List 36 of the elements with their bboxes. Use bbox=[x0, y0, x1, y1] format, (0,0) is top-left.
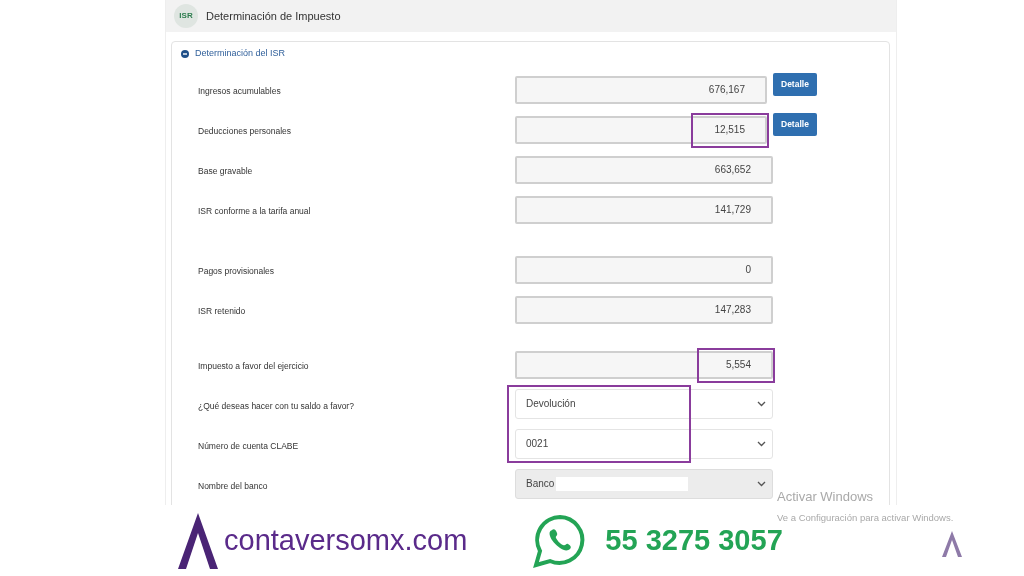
logo-icon bbox=[940, 530, 963, 557]
chevron-down-icon bbox=[757, 480, 766, 487]
select-field[interactable]: Devolución bbox=[515, 388, 773, 419]
page-title: Determinación de Impuesto bbox=[206, 8, 341, 24]
field-label: Pagos provisionales bbox=[197, 264, 276, 278]
field-label: Ingresos acumulables bbox=[197, 84, 282, 98]
activation-title: Activar Windows bbox=[777, 488, 875, 506]
select-value: 0021 bbox=[526, 437, 549, 451]
field-label: ISR retenido bbox=[197, 304, 247, 318]
logo-icon bbox=[176, 512, 220, 569]
readonly-field[interactable]: 141,729 bbox=[515, 195, 773, 224]
readonly-field[interactable]: 676,167 bbox=[515, 75, 767, 104]
select-value: Banco bbox=[526, 477, 555, 491]
section-title[interactable]: Determinación del ISR bbox=[195, 47, 286, 61]
readonly-field[interactable]: 663,652 bbox=[515, 155, 773, 184]
chevron-down-icon bbox=[757, 440, 766, 447]
field-label: ISR conforme a la tarifa anual bbox=[197, 204, 312, 218]
field-label: ¿Qué deseas hacer con tu saldo a favor? bbox=[197, 399, 355, 413]
select-value: Devolución bbox=[526, 397, 576, 411]
readonly-field[interactable]: 147,283 bbox=[515, 295, 773, 324]
field-label: Impuesto a favor del ejercicio bbox=[197, 359, 310, 373]
field-label: Deducciones personales bbox=[197, 124, 293, 138]
detail-button[interactable]: Detalle bbox=[773, 112, 817, 136]
activation-text: Ve a Configuración para activar Windows. bbox=[777, 510, 954, 525]
readonly-field[interactable]: 5,554 bbox=[515, 350, 773, 379]
isr-badge: ISR bbox=[174, 4, 198, 28]
field-label: Base gravable bbox=[197, 164, 254, 178]
select-field[interactable]: 0021 bbox=[515, 428, 773, 459]
website-text: contaversomx.com bbox=[224, 522, 468, 558]
readonly-field[interactable]: 12,515 bbox=[515, 115, 767, 144]
readonly-field[interactable]: 0 bbox=[515, 255, 773, 284]
collapse-icon[interactable] bbox=[181, 49, 189, 58]
field-label: Número de cuenta CLABE bbox=[197, 439, 300, 453]
detail-button[interactable]: Detalle bbox=[773, 72, 817, 96]
chevron-down-icon bbox=[757, 400, 766, 407]
field-label: Nombre del banco bbox=[197, 479, 269, 493]
